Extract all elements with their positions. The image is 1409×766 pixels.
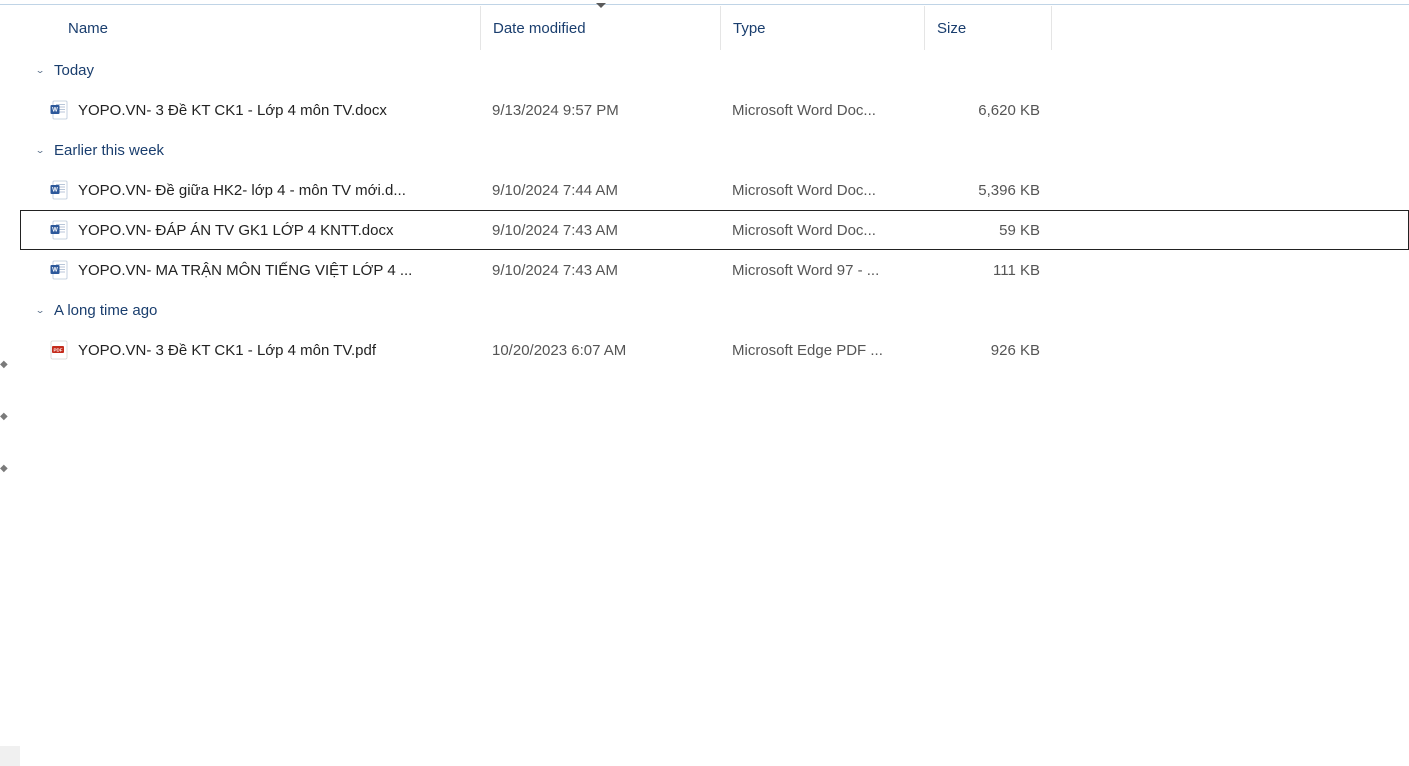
- column-header-name[interactable]: Name: [20, 6, 480, 50]
- file-name: YOPO.VN- 3 Đề KT CK1 - Lớp 4 môn TV.docx: [78, 102, 387, 119]
- file-type: Microsoft Word Doc...: [720, 182, 924, 199]
- group-header[interactable]: ⌄ Earlier this week: [20, 130, 1409, 170]
- file-date: 10/20/2023 6:07 AM: [480, 342, 720, 359]
- left-edge-markers: ◆ ◆ ◆: [0, 360, 10, 474]
- word-file-icon: W: [50, 100, 68, 120]
- file-type: Microsoft Edge PDF ...: [720, 342, 924, 359]
- file-name: YOPO.VN- Đề giữa HK2- lớp 4 - môn TV mới…: [78, 182, 406, 199]
- file-date: 9/13/2024 9:57 PM: [480, 102, 720, 119]
- file-row[interactable]: W YOPO.VN- 3 Đề KT CK1 - Lớp 4 môn TV.doc…: [20, 90, 1409, 130]
- group-header[interactable]: ⌄ A long time ago: [20, 290, 1409, 330]
- group-label: A long time ago: [54, 302, 157, 319]
- file-row[interactable]: W YOPO.VN- MA TRẬN MÔN TIẾNG VIỆT LỚP 4 .…: [20, 250, 1409, 290]
- svg-text:PDF: PDF: [54, 348, 63, 353]
- sort-descending-icon: [596, 3, 606, 8]
- file-list-panel: Name Date modified Type Size ⌄ Today W YOPO…: [20, 6, 1409, 766]
- file-size: 6,620 KB: [924, 102, 1052, 119]
- column-type-label: Type: [733, 20, 766, 37]
- column-header-size[interactable]: Size: [924, 6, 1052, 50]
- scrollbar-corner: [0, 746, 20, 766]
- file-date: 9/10/2024 7:43 AM: [480, 222, 720, 239]
- column-date-label: Date modified: [493, 20, 586, 37]
- file-type: Microsoft Word Doc...: [720, 102, 924, 119]
- column-header-row: Name Date modified Type Size: [20, 6, 1409, 50]
- chevron-down-icon: ⌄: [32, 145, 48, 155]
- file-size: 59 KB: [924, 222, 1052, 239]
- word-file-icon: W: [50, 180, 68, 200]
- marker-icon: ◆: [0, 464, 10, 474]
- column-name-label: Name: [68, 20, 108, 37]
- file-date: 9/10/2024 7:44 AM: [480, 182, 720, 199]
- file-date: 9/10/2024 7:43 AM: [480, 262, 720, 279]
- file-row[interactable]: PDF YOPO.VN- 3 Đề KT CK1 - Lớp 4 môn TV.p…: [20, 330, 1409, 370]
- word-file-icon: W: [50, 220, 68, 240]
- column-header-type[interactable]: Type: [720, 6, 924, 50]
- file-name: YOPO.VN- 3 Đề KT CK1 - Lớp 4 môn TV.pdf: [78, 342, 376, 359]
- chevron-down-icon: ⌄: [32, 65, 48, 75]
- svg-text:W: W: [52, 268, 58, 274]
- group-header[interactable]: ⌄ Today: [20, 50, 1409, 90]
- group-label: Earlier this week: [54, 142, 164, 159]
- file-row[interactable]: W YOPO.VN- Đề giữa HK2- lớp 4 - môn TV mớ…: [20, 170, 1409, 210]
- pdf-file-icon: PDF: [50, 340, 68, 360]
- svg-text:W: W: [52, 228, 58, 234]
- file-row[interactable]: W YOPO.VN- ĐÁP ÁN TV GK1 LỚP 4 KNTT.docx 9…: [20, 210, 1409, 250]
- word-file-icon: W: [50, 260, 68, 280]
- file-size: 111 KB: [924, 262, 1052, 279]
- file-type: Microsoft Word Doc...: [720, 222, 924, 239]
- column-header-date[interactable]: Date modified: [480, 6, 720, 50]
- file-list-body: ⌄ Today W YOPO.VN- 3 Đề KT CK1 - Lớp 4 môn …: [20, 50, 1409, 370]
- column-size-label: Size: [937, 20, 966, 37]
- chevron-down-icon: ⌄: [32, 305, 48, 315]
- svg-text:W: W: [52, 108, 58, 114]
- group-label: Today: [54, 62, 94, 79]
- svg-text:W: W: [52, 188, 58, 194]
- file-name: YOPO.VN- ĐÁP ÁN TV GK1 LỚP 4 KNTT.docx: [78, 222, 393, 239]
- marker-icon: ◆: [0, 412, 10, 422]
- file-size: 926 KB: [924, 342, 1052, 359]
- file-size: 5,396 KB: [924, 182, 1052, 199]
- file-type: Microsoft Word 97 - ...: [720, 262, 924, 279]
- file-name: YOPO.VN- MA TRẬN MÔN TIẾNG VIỆT LỚP 4 ..…: [78, 262, 412, 279]
- marker-icon: ◆: [0, 360, 10, 370]
